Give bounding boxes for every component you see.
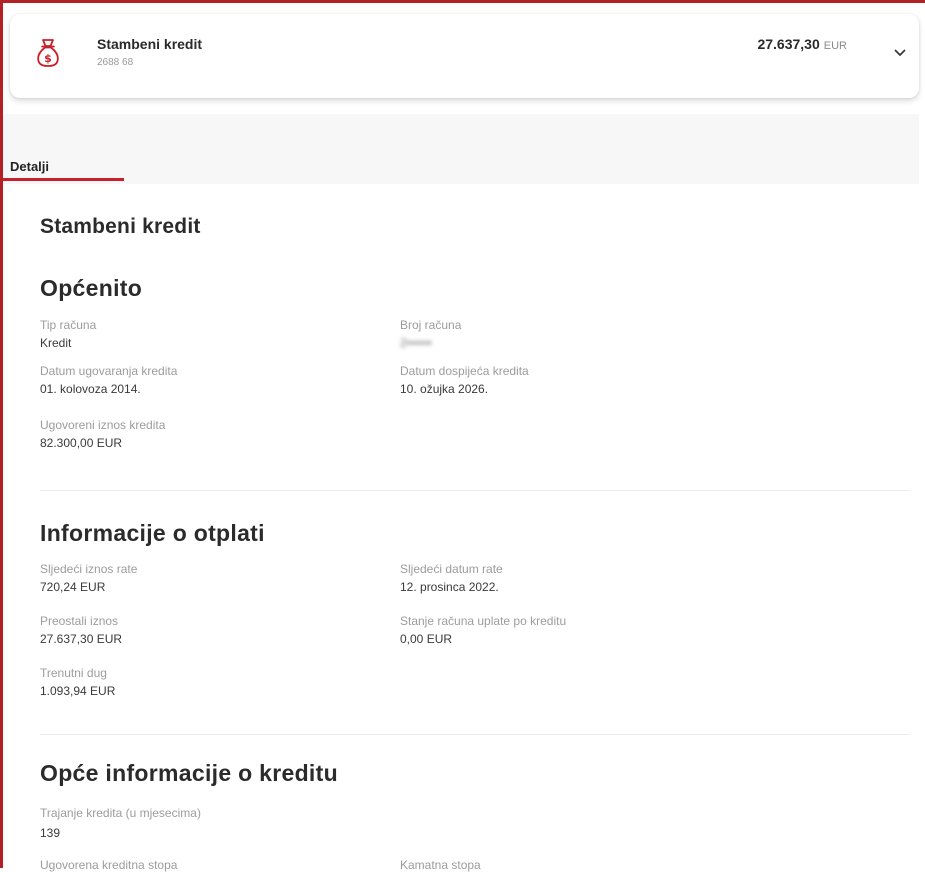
chevron-down-icon [894,44,906,62]
money-bag-icon: $ [36,38,60,68]
contract-date-label: Datum ugovaranja kredita [40,364,178,378]
interest-rate-label: Kamatna stopa [400,858,481,872]
current-debt-value: 1.093,94 EUR [40,684,116,698]
section-heading-loan-info: Opće informacije o kreditu [40,760,338,786]
balance-amount: 27.637,30 [757,36,820,52]
tab-bar-background [3,114,919,184]
active-tab-indicator [3,178,124,181]
next-installment-date-value: 12. prosinca 2022. [400,580,499,594]
window-frame-top [0,0,925,3]
account-summary-card[interactable]: $ Stambeni kredit 2688 68 27.637,30 EUR [10,14,919,98]
account-name: Stambeni kredit [97,36,203,52]
account-balance: 27.637,30 EUR [757,36,847,52]
next-installment-date-label: Sljedeći datum rate [400,562,503,576]
remaining-amount-value: 27.637,30 EUR [40,632,123,646]
page-title: Stambeni kredit [40,215,201,238]
payment-balance-label: Stanje računa uplate po kreditu [400,614,567,628]
payment-balance-value: 0,00 EUR [400,632,453,646]
account-type-label: Tip računa [40,318,97,332]
section-heading-general: Općenito [40,275,143,301]
expand-button[interactable] [891,44,909,62]
loan-duration-label: Trajanje kredita (u mjesecima) [40,806,201,820]
maturity-date-value: 10. ožujka 2026. [400,382,489,396]
maturity-date-label: Datum dospijeća kredita [400,364,529,378]
account-number: 2688 68 [97,57,134,68]
section-divider [40,490,910,491]
next-installment-amount-label: Sljedeći iznos rate [40,562,138,576]
contracted-amount-value: 82.300,00 EUR [40,436,123,450]
loan-duration-value: 139 [40,826,61,840]
section-heading-repayment: Informacije o otplati [40,520,265,546]
tab-details[interactable]: Detalji [10,159,49,174]
contract-date-value: 01. kolovoza 2014. [40,382,141,396]
masked-account-number: 2•••••• [400,336,432,350]
svg-text:$: $ [44,52,52,65]
account-type-value: Kredit [40,336,72,350]
next-installment-amount-value: 720,24 EUR [40,580,106,594]
contracted-amount-label: Ugovoreni iznos kredita [40,418,166,432]
account-number-label: Broj računa [400,318,462,332]
contracted-rate-label: Ugovorena kreditna stopa [40,858,178,872]
account-number-value: 2•••••• [400,336,432,350]
balance-currency: EUR [823,40,847,52]
remaining-amount-label: Preostali iznos [40,614,119,628]
section-divider [40,734,910,735]
current-debt-label: Trenutni dug [40,666,107,680]
